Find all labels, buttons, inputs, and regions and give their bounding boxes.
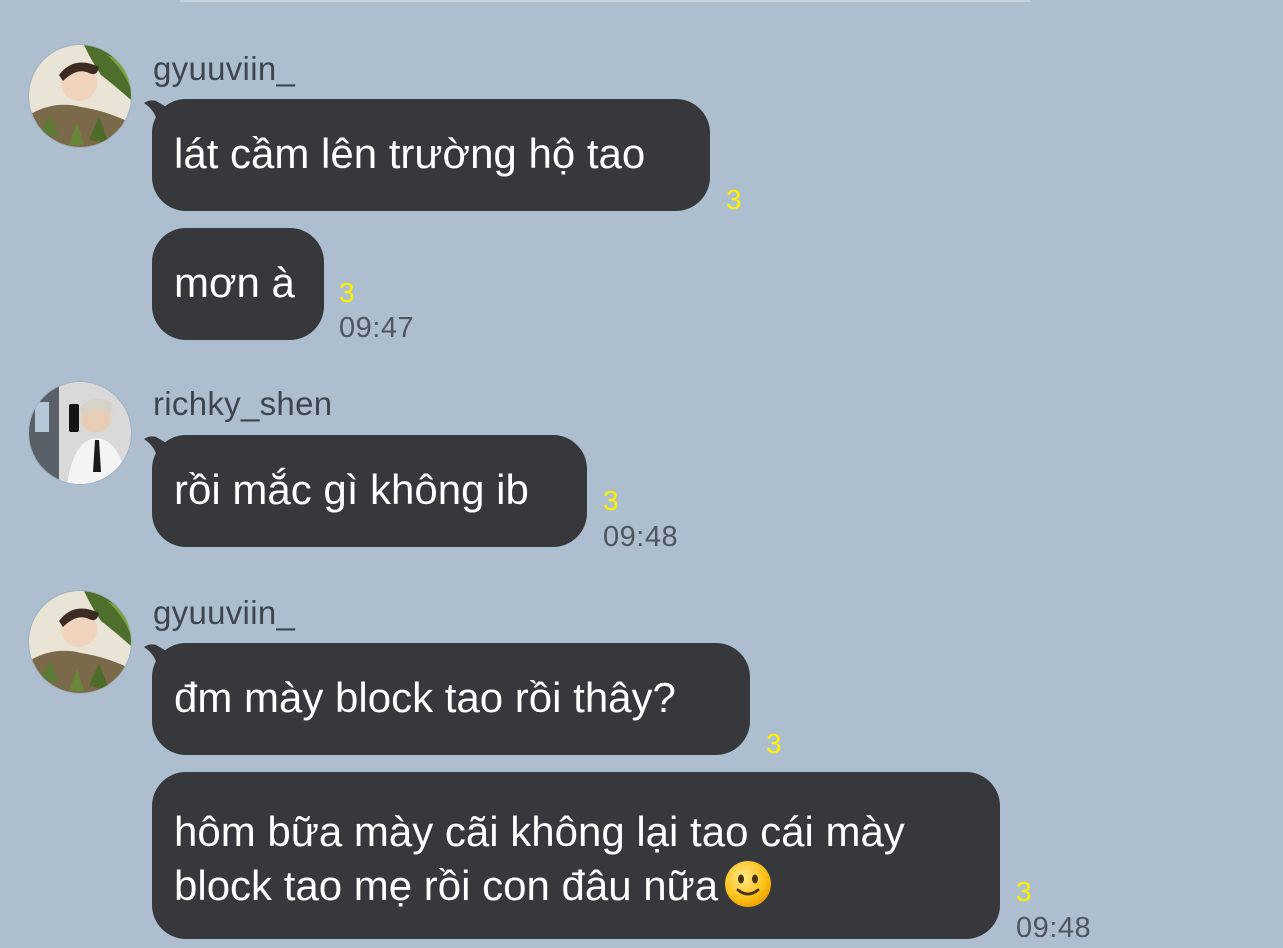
message-text: đm mày block tao rồi thây? (174, 674, 676, 721)
user-avatar-photo-icon[interactable] (29, 591, 131, 693)
message-timestamp: 09:48 (1016, 912, 1092, 944)
message-text: rồi mắc gì không ib (174, 466, 529, 513)
unread-count: 3 (726, 184, 742, 215)
message-text-fragment: block tao mẹ rồi con đâu nữa (174, 862, 719, 909)
message-text: lát cầm lên trường hộ tao (174, 130, 646, 177)
chat-room[interactable]: gyuuviin_ lát cầm lên trường hộ tao 3 mơ… (0, 0, 1283, 948)
message-bubble[interactable]: đm mày block tao rồi thây? (144, 643, 750, 755)
unread-count: 3 (603, 485, 619, 516)
unread-count: 3 (1016, 876, 1032, 907)
bubble-tail-icon (144, 644, 170, 669)
bubble-tail-icon (144, 436, 170, 461)
message-text-line: block tao mẹ rồi con đâu nữa (174, 859, 976, 913)
user-avatar-photo-icon[interactable] (29, 45, 131, 147)
message-text: mơn à (174, 259, 295, 306)
top-divider (180, 0, 1030, 2)
slightly-smiling-face-icon (725, 861, 772, 907)
user-avatar-photo-icon[interactable] (29, 382, 131, 484)
message-bubble[interactable]: lát cầm lên trường hộ tao (144, 99, 710, 211)
message-bubble[interactable]: rồi mắc gì không ib (144, 435, 587, 547)
message-bubble[interactable]: mơn à (152, 228, 324, 340)
message-bubble[interactable]: hôm bữa mày cãi không lại tao cái mày bl… (152, 772, 1000, 939)
message-text-line: hôm bữa mày cãi không lại tao cái mày (174, 808, 905, 855)
unread-count: 3 (339, 277, 355, 308)
message-timestamp: 09:48 (603, 521, 679, 553)
bubble-tail-icon (144, 100, 170, 125)
sender-name: richky_shen (153, 385, 333, 422)
sender-name: gyuuviin_ (153, 50, 296, 87)
unread-count: 3 (766, 728, 782, 759)
message-timestamp: 09:47 (339, 312, 415, 344)
sender-name: gyuuviin_ (153, 594, 296, 631)
